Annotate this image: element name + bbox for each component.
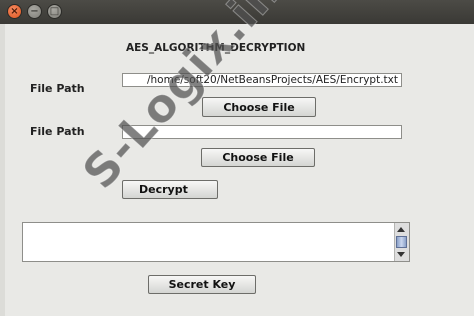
output-text	[23, 223, 409, 227]
choose-file-button-1[interactable]: Choose File	[202, 97, 316, 117]
scroll-down-icon[interactable]	[397, 252, 405, 257]
output-text-area[interactable]	[22, 222, 410, 262]
file-path-value-1: /home/soft20/NetBeansProjects/AES/Encryp…	[146, 74, 398, 86]
file-path-label-2: File Path	[30, 125, 85, 138]
file-path-label-1: File Path	[30, 82, 85, 95]
vertical-scrollbar[interactable]	[394, 223, 409, 261]
close-icon[interactable]: ×	[7, 4, 22, 19]
secret-key-button[interactable]: Secret Key	[148, 275, 256, 294]
file-path-field-2[interactable]	[122, 125, 402, 139]
choose-file-button-2[interactable]: Choose File	[201, 148, 315, 167]
scroll-up-icon[interactable]	[397, 227, 405, 232]
file-path-field-1[interactable]: /home/soft20/NetBeansProjects/AES/Encryp…	[122, 73, 402, 87]
scroll-thumb[interactable]	[396, 236, 407, 248]
page-title: AES_ALGORITHM_DECRYPTION	[126, 42, 306, 54]
maximize-icon[interactable]: □	[47, 4, 62, 19]
decrypt-button[interactable]: Decrypt	[122, 180, 218, 199]
window-frame-edge	[0, 24, 5, 316]
title-bar: × − □	[0, 0, 474, 24]
minimize-icon[interactable]: −	[27, 4, 42, 19]
